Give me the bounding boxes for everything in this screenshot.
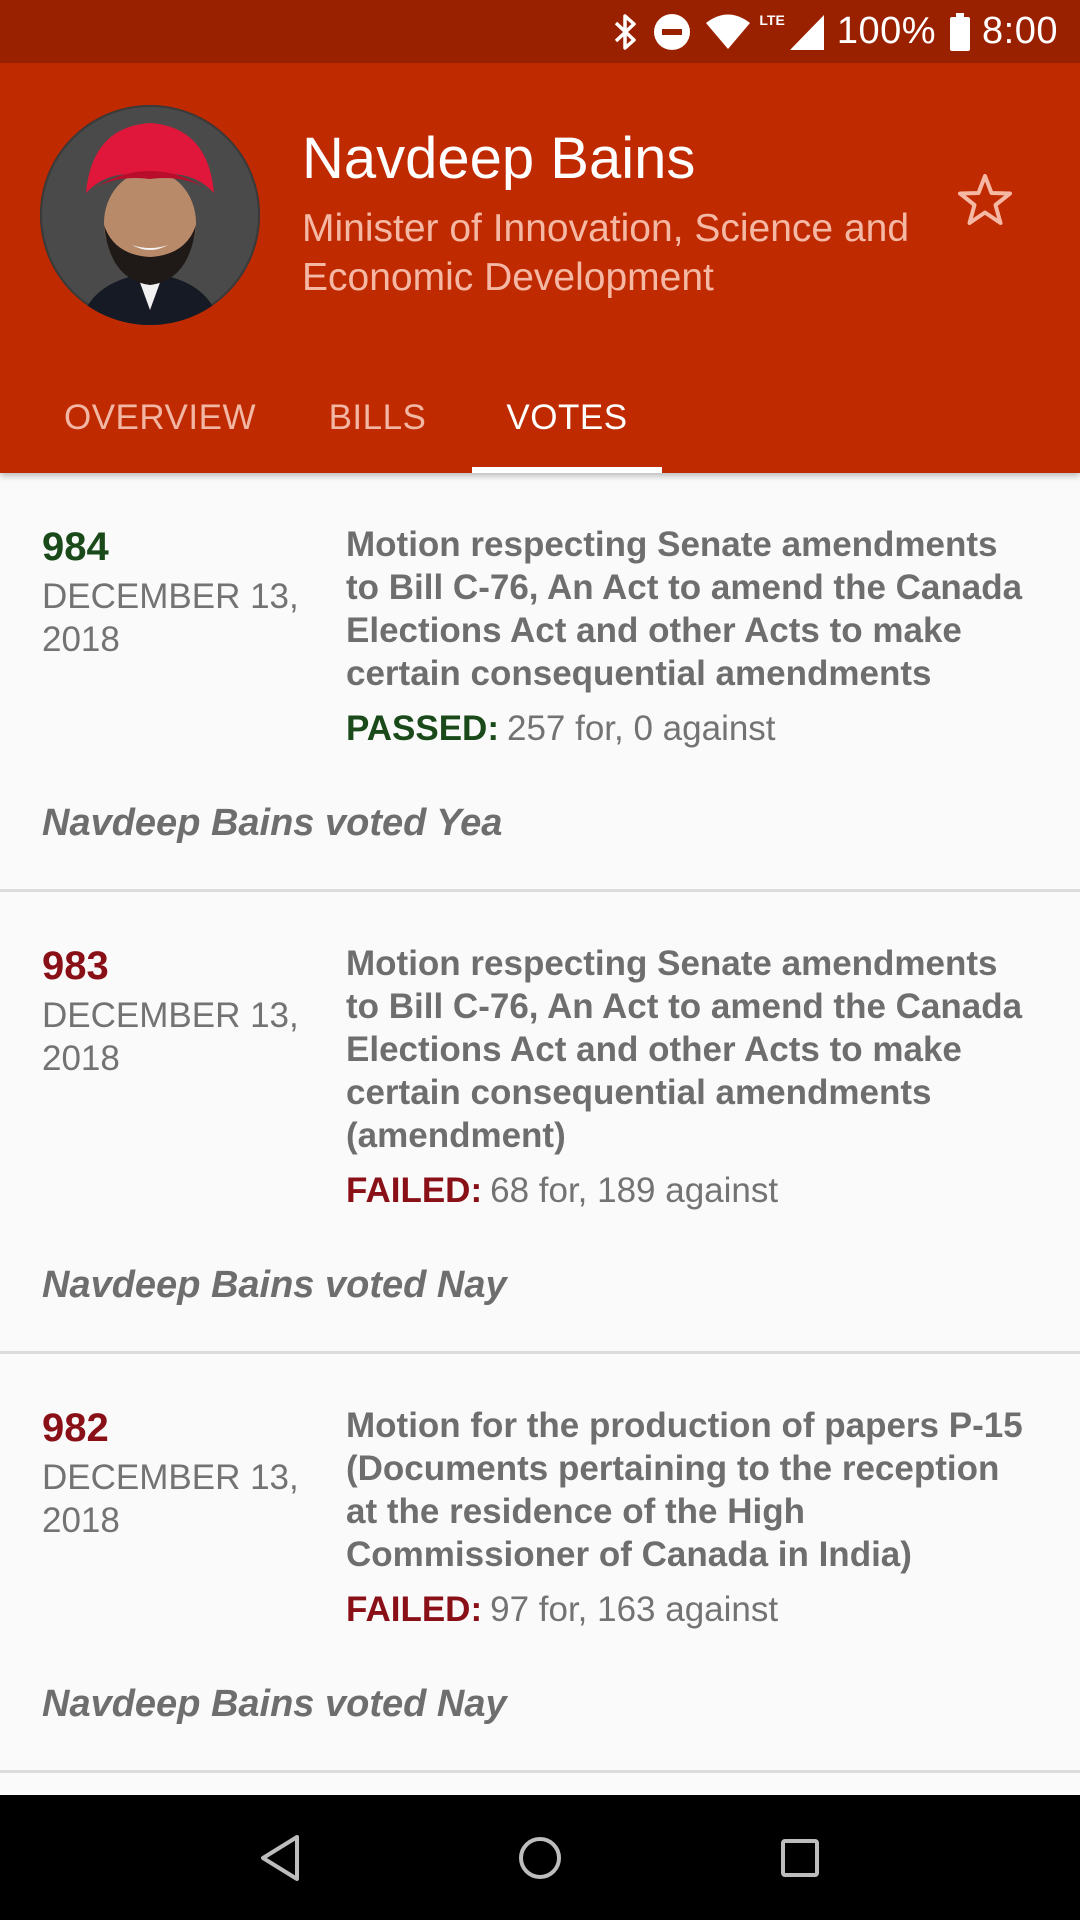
vote-description: Motion respecting Senate amendments to B… xyxy=(346,944,1023,1155)
recents-square-icon xyxy=(781,1838,819,1877)
vote-number: 983 xyxy=(42,944,109,988)
back-button[interactable] xyxy=(240,1818,320,1898)
vote-date: DECEMBER 13, 2018 xyxy=(42,577,299,659)
result-counts: 97 for, 163 against xyxy=(490,1590,779,1629)
member-name: Navdeep Bains xyxy=(302,126,696,191)
vote-number: 984 xyxy=(42,525,109,569)
vote-result: FAILED: 97 for, 163 against xyxy=(346,1588,1038,1631)
result-counts: 257 for, 0 against xyxy=(507,709,776,748)
result-counts: 68 for, 189 against xyxy=(490,1171,779,1210)
vote-result: FAILED: 68 for, 189 against xyxy=(346,1169,1038,1212)
member-vote: Navdeep Bains voted Nay xyxy=(42,1683,507,1725)
vote-item[interactable]: 984 DECEMBER 13, 2018 Motion respecting … xyxy=(0,473,1080,892)
wifi-icon xyxy=(705,14,751,50)
system-nav-bar xyxy=(0,1795,1080,1920)
star-outline-icon xyxy=(958,174,1012,225)
tab-overview[interactable]: OVERVIEW xyxy=(40,363,280,473)
result-label: FAILED: xyxy=(346,1171,483,1210)
tab-label: OVERVIEW xyxy=(63,398,256,437)
tab-votes[interactable]: VOTES xyxy=(472,363,662,473)
tab-bills[interactable]: BILLS xyxy=(300,363,455,473)
tab-label: VOTES xyxy=(506,398,628,437)
home-circle-icon xyxy=(519,1836,561,1879)
cell-signal-icon xyxy=(789,13,825,51)
recents-button[interactable] xyxy=(760,1818,840,1898)
member-title: Minister of Innovation, Science and Econ… xyxy=(302,207,910,299)
vote-result: PASSED: 257 for, 0 against xyxy=(346,707,1038,750)
member-vote: Navdeep Bains voted Nay xyxy=(42,1264,507,1306)
vote-description: Motion respecting Senate amendments to B… xyxy=(346,525,1023,693)
vote-date: DECEMBER 13, 2018 xyxy=(42,1458,299,1540)
avatar xyxy=(40,105,260,325)
result-label: PASSED: xyxy=(346,709,499,748)
battery-percent: 100% xyxy=(836,10,937,52)
votes-list[interactable]: 984 DECEMBER 13, 2018 Motion respecting … xyxy=(0,473,1080,1795)
do-not-disturb-icon xyxy=(653,13,691,51)
status-bar: LTE 100% 8:00 xyxy=(0,0,1080,63)
vote-description: Motion for the production of papers P-15… xyxy=(346,1406,1023,1574)
vote-number: 982 xyxy=(42,1406,109,1450)
favorite-button[interactable] xyxy=(950,165,1020,235)
back-triangle-icon xyxy=(261,1834,299,1881)
member-vote: Navdeep Bains voted Yea xyxy=(42,802,503,844)
profile-header: Navdeep Bains Minister of Innovation, Sc… xyxy=(0,63,1080,473)
vote-item[interactable]: 983 DECEMBER 13, 2018 Motion respecting … xyxy=(0,892,1080,1354)
vote-date: DECEMBER 13, 2018 xyxy=(42,996,299,1078)
vote-item[interactable]: 982 DECEMBER 13, 2018 Motion for the pro… xyxy=(0,1354,1080,1773)
network-type: LTE xyxy=(759,11,785,28)
result-label: FAILED: xyxy=(346,1590,483,1629)
tab-label: BILLS xyxy=(328,398,427,437)
battery-icon xyxy=(950,12,971,51)
bluetooth-icon xyxy=(613,13,639,51)
tab-bar: OVERVIEW BILLS VOTES xyxy=(0,363,1080,473)
home-button[interactable] xyxy=(500,1818,580,1898)
clock: 8:00 xyxy=(982,10,1058,52)
